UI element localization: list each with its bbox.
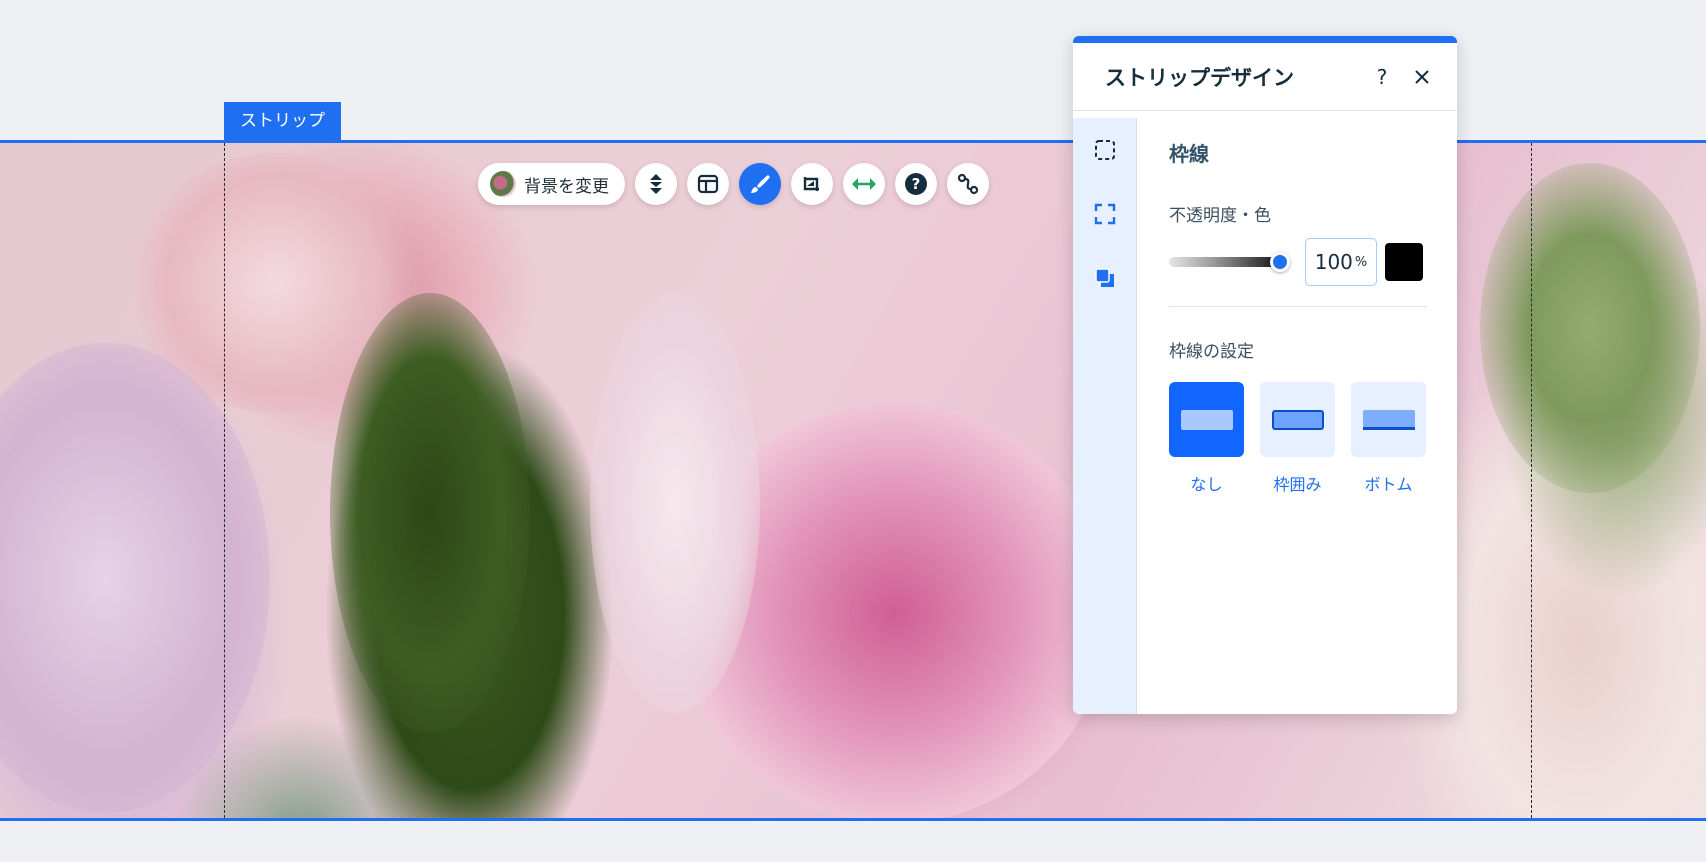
shadow-icon <box>1094 268 1114 287</box>
change-background-button[interactable]: 背景を変更 <box>478 163 625 205</box>
panel-content: 枠線 不透明度・色 100% 枠線の設定 なし 枠囲み ボトム <box>1169 118 1427 495</box>
opacity-input[interactable]: 100% <box>1305 238 1377 286</box>
border-option-frame[interactable]: 枠囲み <box>1260 382 1335 495</box>
crop-button[interactable] <box>791 163 833 205</box>
opacity-color-label: 不透明度・色 <box>1169 206 1271 226</box>
strip-design-panel: ストリップデザイン ? 枠線 不透明度・色 100% 枠線の設定 なし 枠囲み … <box>1073 36 1457 714</box>
opacity-unit: % <box>1354 254 1368 270</box>
brush-icon <box>751 175 770 193</box>
strip-tag[interactable]: ストリップ <box>224 102 341 141</box>
background-thumbnail <box>490 171 516 197</box>
design-button[interactable] <box>739 163 781 205</box>
help-icon: ? <box>905 173 927 195</box>
layout-icon <box>697 174 719 194</box>
change-background-label: 背景を変更 <box>524 176 609 197</box>
left-gridline <box>224 143 225 818</box>
arrange-button[interactable] <box>635 163 677 205</box>
border-option-none[interactable]: なし <box>1169 382 1244 495</box>
border-option-bottom-label: ボトム <box>1364 475 1413 494</box>
floating-toolbar: 背景を変更 ? <box>478 163 989 205</box>
petal-white <box>590 293 760 713</box>
svg-text:?: ? <box>912 175 921 193</box>
panel-header: ストリップデザイン ? <box>1073 43 1457 111</box>
no-border-preview-icon <box>1180 409 1233 430</box>
stretch-icon <box>852 178 876 190</box>
close-button[interactable] <box>1407 62 1437 92</box>
color-swatch[interactable] <box>1385 243 1423 281</box>
panel-side-nav <box>1073 118 1137 714</box>
side-tab-fill[interactable] <box>1073 118 1136 182</box>
arrange-icon <box>650 174 662 194</box>
help-button[interactable]: ? <box>895 163 937 205</box>
leaf-dark <box>330 293 530 733</box>
stretch-button[interactable] <box>843 163 885 205</box>
opacity-slider[interactable] <box>1169 252 1290 272</box>
border-corners-icon <box>1094 203 1115 225</box>
border-options: なし 枠囲み ボトム <box>1169 382 1427 495</box>
close-icon <box>1415 69 1429 84</box>
border-option-none-label: なし <box>1190 475 1223 494</box>
help-question-button[interactable]: ? <box>1367 62 1397 92</box>
crop-icon <box>803 177 819 191</box>
border-option-none-preview <box>1169 382 1244 457</box>
frame-border-preview-icon <box>1271 409 1324 430</box>
bottom-border-preview-icon <box>1362 409 1415 430</box>
animation-icon <box>957 173 979 195</box>
layout-button[interactable] <box>687 163 729 205</box>
right-gridline <box>1531 143 1532 818</box>
greenery-right <box>1480 163 1700 493</box>
border-option-bottom[interactable]: ボトム <box>1351 382 1426 495</box>
divider <box>1169 306 1427 307</box>
dashed-square-icon <box>1094 140 1115 160</box>
border-settings-label: 枠線の設定 <box>1169 342 1254 362</box>
section-title: 枠線 <box>1169 142 1209 166</box>
side-tab-shadow[interactable] <box>1073 246 1136 310</box>
rose-left-lilac <box>0 343 270 813</box>
animation-button[interactable] <box>947 163 989 205</box>
opacity-value: 100 <box>1314 250 1353 274</box>
border-option-bottom-preview <box>1351 382 1426 457</box>
opacity-row: 100% <box>1169 238 1427 286</box>
border-option-frame-label: 枠囲み <box>1273 475 1322 494</box>
side-tab-border[interactable] <box>1073 182 1136 246</box>
border-option-frame-preview <box>1260 382 1335 457</box>
opacity-slider-knob[interactable] <box>1270 252 1290 272</box>
panel-title: ストリップデザイン <box>1105 65 1294 90</box>
